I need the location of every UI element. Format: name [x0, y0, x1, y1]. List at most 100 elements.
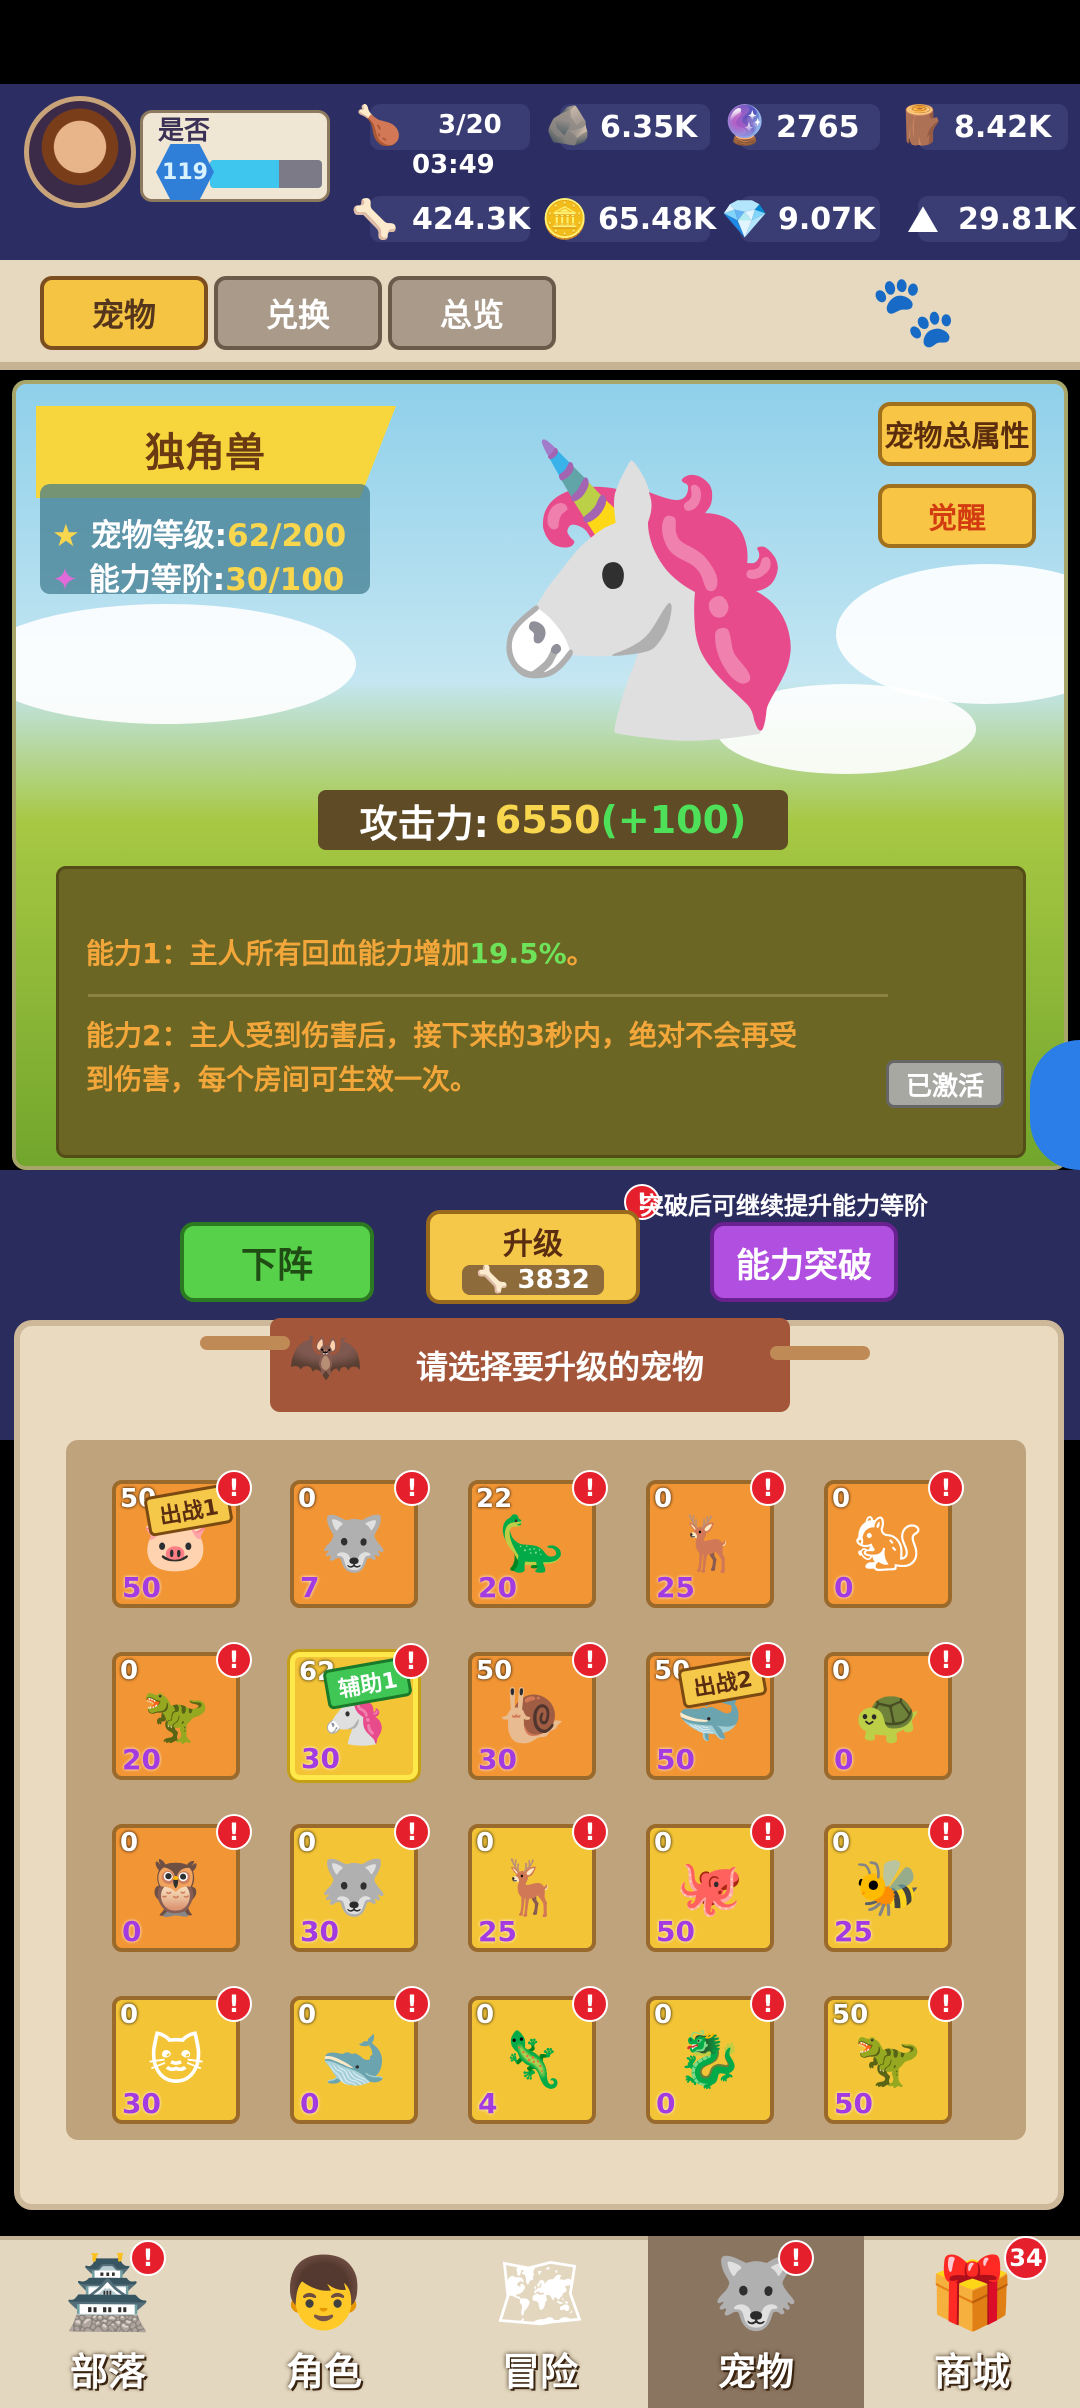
- nav-item-character[interactable]: 👦 角色: [216, 2236, 432, 2408]
- ability-1-value: 19.5%: [469, 937, 567, 970]
- stone-value: 6.35K: [600, 110, 698, 145]
- attack-value: 6550: [494, 798, 601, 842]
- alert-badge-icon: !: [928, 1986, 964, 2022]
- alert-badge-icon: !: [394, 1814, 430, 1850]
- pet-level-row: ★ 宠物等级:62/200: [52, 510, 346, 555]
- pet-card-top-value: 0: [832, 1484, 851, 1514]
- pet-card-top-value: 0: [832, 1656, 851, 1686]
- nav-item-tribe[interactable]: 🏯 部落: [0, 2236, 216, 2408]
- nav-item-adventure[interactable]: 🗺 冒险: [432, 2236, 648, 2408]
- coin-icon: 🪙: [541, 196, 589, 241]
- pet-card[interactable]: 🐢 0 0!: [824, 1642, 964, 1780]
- nav-label: 冒险: [501, 2350, 578, 2394]
- bone-value: 424.3K: [412, 202, 531, 237]
- pet-card-top-value: 0: [476, 1828, 495, 1858]
- ability-1-prefix: 能力1：主人所有回血能力增加: [86, 937, 470, 970]
- pet-card[interactable]: 🐳 50 50 出战2!: [646, 1642, 786, 1780]
- pet-card-top-value: 50: [476, 1656, 513, 1686]
- upgrade-cost-pill: 🦴 3832: [462, 1265, 604, 1295]
- pet-portrait-icon: 🐋: [320, 2028, 388, 2091]
- unicorn-pet-model[interactable]: 🦄: [470, 380, 830, 800]
- alert-badge-icon: !: [572, 1642, 608, 1678]
- pet-card-bottom-value: 50: [834, 2087, 873, 2120]
- coin-value: 65.48K: [598, 202, 717, 237]
- pet-card-bottom-value: 50: [122, 1571, 161, 1604]
- stamina-value: 3/20: [438, 110, 502, 140]
- pet-card-bottom-value: 0: [122, 1915, 142, 1948]
- ability-1-suffix: 。: [566, 937, 595, 970]
- pet-card-top-value: 0: [298, 1828, 317, 1858]
- upgrade-button[interactable]: 升级 🦴 3832: [426, 1210, 640, 1304]
- pet-card[interactable]: 🐝 0 25!: [824, 1814, 964, 1952]
- paw-decoration-icon: 🐾: [870, 270, 958, 352]
- pet-card[interactable]: 🦎 0 4!: [468, 1986, 608, 2124]
- attack-label: 攻击力:: [359, 801, 489, 846]
- nav-alert-icon: !: [130, 2240, 166, 2276]
- pet-card-bottom-value: 30: [301, 1742, 340, 1775]
- stone-plus-icon[interactable]: 🪨: [540, 96, 598, 154]
- pet-card[interactable]: 🐷 50 50 出战1!: [112, 1470, 252, 1608]
- pet-card[interactable]: 🐙 0 50!: [646, 1814, 786, 1952]
- pet-card[interactable]: 🐉 0 0!: [646, 1986, 786, 2124]
- nav-label: 宠物: [717, 2350, 794, 2394]
- pet-portrait-icon: 🐢: [854, 1684, 922, 1747]
- tab-pet[interactable]: 宠物: [40, 276, 208, 350]
- crystal-icon: 💎: [721, 196, 769, 241]
- alert-badge-icon: !: [750, 1814, 786, 1850]
- pet-portrait-icon: 🐿: [853, 1512, 923, 1575]
- unequip-button[interactable]: 下阵: [180, 1222, 374, 1302]
- activated-badge: 已激活: [886, 1060, 1004, 1108]
- pet-card-bottom-value: 30: [300, 1915, 339, 1948]
- pet-card-bottom-value: 50: [656, 1743, 695, 1776]
- tab-exchange[interactable]: 兑换: [214, 276, 382, 350]
- adventure-icon: 🗺: [495, 2251, 585, 2334]
- avatar[interactable]: [24, 96, 136, 208]
- pet-card[interactable]: 🐺 0 7!: [290, 1470, 430, 1608]
- wood-icon: 🪵: [897, 102, 945, 147]
- gem-value: 2765: [776, 110, 860, 145]
- star-icon: ★: [52, 518, 80, 554]
- pet-card[interactable]: 🦌 0 25!: [646, 1470, 786, 1608]
- pet-card[interactable]: 🐺 0 30!: [290, 1814, 430, 1952]
- bat-mascot-icon: 🦇: [288, 1321, 363, 1391]
- purple-gem-plus-icon[interactable]: 🔮: [716, 96, 774, 154]
- pet-card[interactable]: 🐱 0 30!: [112, 1986, 252, 2124]
- nav-alert-icon: !: [778, 2240, 814, 2276]
- pet-card-top-value: 0: [832, 1828, 851, 1858]
- pet-card[interactable]: 🦕 22 20!: [468, 1470, 608, 1608]
- alert-badge-icon: !: [928, 1642, 964, 1678]
- pet-card[interactable]: 🐋 0 0!: [290, 1986, 430, 2124]
- attack-bonus: (+100): [600, 798, 747, 842]
- nav-item-pet[interactable]: 🐺 宠物: [648, 2236, 864, 2408]
- pet-card[interactable]: 🐌 50 30!: [468, 1642, 608, 1780]
- pet-card[interactable]: 🐿 0 0!: [824, 1470, 964, 1608]
- pet-card-top-value: 0: [120, 1828, 139, 1858]
- pet-card-bottom-value: 25: [834, 1915, 873, 1948]
- pet-card[interactable]: 🦉 0 0!: [112, 1814, 252, 1952]
- alert-badge-icon: !: [216, 1986, 252, 2022]
- pet-portrait-icon: 🦉: [142, 1856, 210, 1919]
- pet-tier-value: 30/100: [225, 562, 345, 598]
- pet-card-bottom-value: 0: [656, 2087, 676, 2120]
- breakthrough-button[interactable]: 能力突破: [710, 1222, 898, 1302]
- pet-card[interactable]: 🦌 0 25!: [468, 1814, 608, 1952]
- pet-portrait-icon: 🐺: [320, 1512, 388, 1575]
- alert-badge-icon: !: [216, 1642, 252, 1678]
- pet-card[interactable]: 🦖 0 20!: [112, 1642, 252, 1780]
- awaken-button[interactable]: 觉醒: [878, 484, 1036, 548]
- upgrade-cost: 3832: [517, 1265, 590, 1295]
- pet-card-top-value: 0: [654, 1484, 673, 1514]
- tier-icon: ✦: [52, 562, 78, 598]
- ability-description-box: [56, 866, 1026, 1158]
- pet-card-bottom-value: 0: [834, 1743, 854, 1776]
- pet-card-bottom-value: 4: [478, 2087, 498, 2120]
- pet-card[interactable]: 🦄 62 30 辅助1!: [290, 1643, 429, 1780]
- alert-badge-icon: !: [750, 1986, 786, 2022]
- pet-card-bottom-value: 30: [478, 1743, 517, 1776]
- pet-card[interactable]: 🦖 50 50!: [824, 1986, 964, 2124]
- stamina-plus-icon[interactable]: 🍗: [350, 96, 408, 154]
- tab-overview[interactable]: 总览: [388, 276, 556, 350]
- pet-total-attributes-button[interactable]: 宠物总属性: [878, 402, 1036, 466]
- pet-card-bottom-value: 0: [300, 2087, 320, 2120]
- pet-grid: 🐷 50 50 出战1! 🐺 0 7! 🦕 22 20! 🦌 0 25! 🐿 0 0! 🦖 0 20! 🦄 62 30 辅助…: [66, 1440, 1026, 2140]
